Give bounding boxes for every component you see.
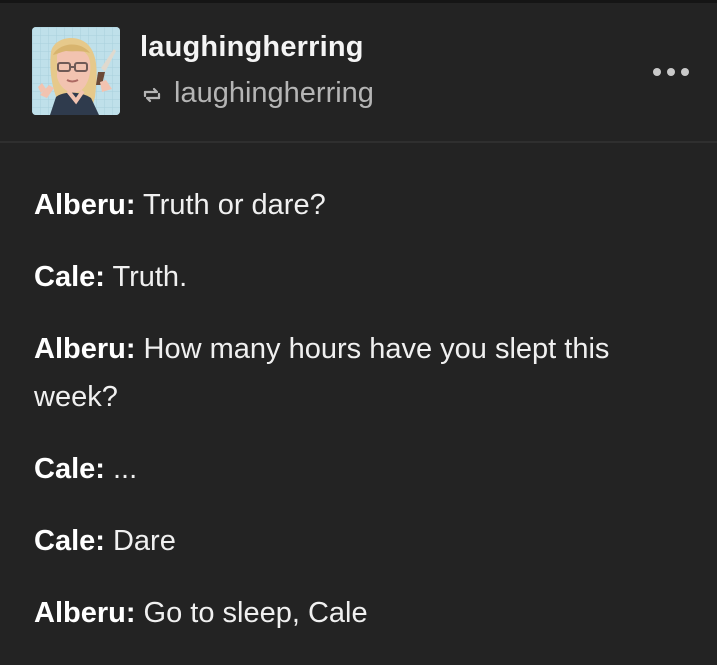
post-author-username[interactable]: laughingherring — [140, 31, 364, 64]
dialogue-line: Alberu: Truth or dare? — [34, 181, 684, 229]
dialogue-text: ... — [104, 453, 138, 485]
speaker-name: Alberu: — [34, 597, 136, 629]
post-card: laughingherring laughingherring Alberu: … — [0, 0, 717, 665]
speaker-name: Cale: — [34, 453, 105, 485]
dialogue-line: Cale: Dare — [34, 517, 684, 565]
dialogue-line: Alberu: How many hours have you slept th… — [34, 325, 684, 421]
reblogged-from-username[interactable]: laughingherring — [174, 77, 374, 110]
post-body: Alberu: Truth or dare? Cale: Truth. Albe… — [34, 181, 684, 661]
dialogue-text: Go to sleep, Cale — [135, 597, 368, 629]
dialogue-line: Cale: Truth. — [34, 253, 684, 301]
more-icon — [653, 68, 661, 76]
speaker-name: Alberu: — [34, 189, 136, 221]
avatar[interactable] — [32, 27, 120, 115]
dialogue-line: Alberu: Go to sleep, Cale — [34, 589, 684, 637]
post-header: laughingherring laughingherring — [0, 3, 717, 143]
speaker-name: Cale: — [34, 525, 105, 557]
avatar-illustration — [32, 27, 120, 115]
more-icon — [681, 68, 689, 76]
reblog-icon — [140, 82, 164, 106]
dialogue-text: Truth or dare? — [135, 189, 326, 221]
reblog-attribution[interactable]: laughingherring — [140, 77, 374, 110]
speaker-name: Cale: — [34, 261, 105, 293]
more-icon — [667, 68, 675, 76]
more-options-button[interactable] — [653, 63, 689, 81]
dialogue-text: Truth. — [104, 261, 188, 293]
speaker-name: Alberu: — [34, 333, 136, 365]
dialogue-line: Cale: ... — [34, 445, 684, 493]
dialogue-text: Dare — [104, 525, 176, 557]
